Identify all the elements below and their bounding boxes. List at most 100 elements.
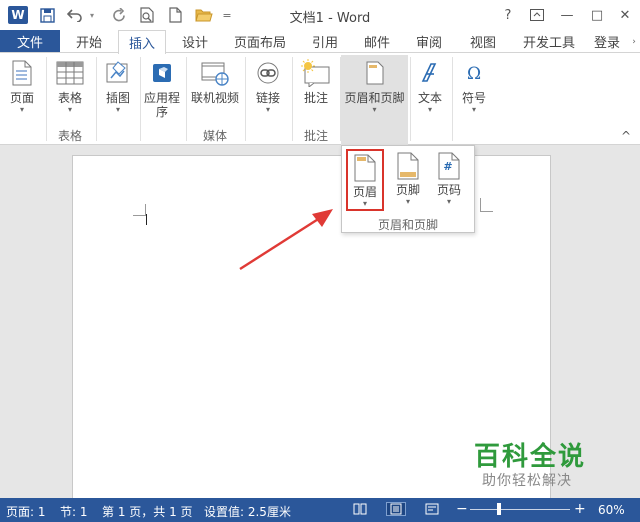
- zoom-in-button[interactable]: +: [574, 501, 586, 517]
- tab-references[interactable]: 引用: [302, 30, 348, 53]
- redo-icon[interactable]: [108, 5, 130, 25]
- window-title: 文档1 - Word: [289, 11, 371, 26]
- table-button[interactable]: 表格 ▾: [52, 57, 88, 115]
- footer-icon: [395, 151, 421, 181]
- group-separator: [96, 57, 97, 141]
- group-separator: [46, 57, 47, 141]
- group-separator: [292, 57, 293, 141]
- text-cursor: [146, 214, 147, 225]
- new-document-icon[interactable]: [164, 5, 186, 25]
- margin-corner-mark: [480, 198, 493, 212]
- text-icon: [414, 57, 446, 89]
- maximize-button[interactable]: □: [586, 5, 608, 25]
- group-separator: [186, 57, 187, 141]
- ribbon-insert: 页面 ▾ 表格 ▾ 表格 插图 ▾ 应用程 序 联机视频 媒体 链接 ▾ 批注 …: [0, 53, 640, 145]
- pages-label: 页面: [9, 91, 34, 105]
- status-page[interactable]: 页面: 1: [6, 503, 46, 520]
- page-number-icon: #: [436, 151, 462, 181]
- title-bar: W ▾ = 文档1 - Word ? — □ ✕: [0, 0, 640, 30]
- header-footer-button[interactable]: 页眉和页脚 ▾: [341, 57, 408, 115]
- apps-label: 应用程 序: [143, 91, 180, 119]
- help-button[interactable]: ?: [497, 5, 519, 25]
- pages-button[interactable]: 页面 ▾: [4, 57, 40, 115]
- chevron-down-icon: ▾: [115, 105, 120, 114]
- tab-insert[interactable]: 插入: [118, 30, 166, 54]
- svg-text:Ω: Ω: [467, 64, 481, 84]
- chevron-down-icon: ▾: [405, 197, 410, 206]
- watermark-logo: 百科全说 助你轻松解决: [462, 432, 592, 494]
- ribbon-display-options-icon[interactable]: [526, 5, 548, 25]
- status-setting[interactable]: 设置值: 2.5厘米: [204, 503, 291, 520]
- footer-button[interactable]: 页脚 ▾: [389, 149, 427, 207]
- tab-file[interactable]: 文件: [0, 30, 60, 53]
- word-logo-icon[interactable]: W: [8, 6, 28, 24]
- undo-dropdown-icon[interactable]: ▾: [86, 5, 98, 25]
- tab-scroll-right-icon[interactable]: ›: [628, 30, 640, 53]
- zoom-out-button[interactable]: −: [456, 501, 468, 517]
- dropdown-group-label: 页眉和页脚: [377, 218, 438, 232]
- web-layout-icon[interactable]: [424, 502, 440, 516]
- footer-label: 页脚: [395, 183, 420, 197]
- comment-label: 批注: [303, 91, 328, 105]
- comment-icon: [300, 57, 332, 89]
- comment-button[interactable]: 批注: [296, 57, 336, 105]
- page-number-label: 页码: [436, 183, 461, 197]
- link-icon: [252, 57, 284, 89]
- symbols-button[interactable]: Ω 符号 ▾: [456, 57, 492, 115]
- chevron-down-icon: ▾: [446, 197, 451, 206]
- chevron-down-icon: ▾: [471, 105, 476, 114]
- minimize-button[interactable]: —: [556, 5, 578, 25]
- print-layout-icon[interactable]: [386, 502, 406, 516]
- watermark-subtitle: 助你轻松解决: [482, 473, 572, 489]
- apps-button[interactable]: 应用程 序: [142, 57, 182, 119]
- text-button[interactable]: 文本 ▾: [412, 57, 448, 115]
- online-video-icon: [199, 57, 231, 89]
- print-preview-icon[interactable]: [136, 5, 158, 25]
- group-separator: [452, 57, 453, 141]
- tab-view[interactable]: 视图: [460, 30, 506, 53]
- ribbon-tab-bar: 文件 开始 插入 设计 页面布局 引用 邮件 审阅 视图 开发工具 登录 ›: [0, 30, 640, 54]
- header-footer-icon: [359, 57, 391, 89]
- read-mode-icon[interactable]: [352, 502, 368, 516]
- sign-in-link[interactable]: 登录: [594, 30, 628, 53]
- close-button[interactable]: ✕: [614, 5, 636, 25]
- group-label-comments: 批注: [303, 129, 328, 143]
- tab-review[interactable]: 审阅: [406, 30, 452, 53]
- status-section[interactable]: 节: 1: [60, 503, 88, 520]
- header-button[interactable]: 页眉 ▾: [346, 149, 384, 211]
- annotation-arrow: [239, 209, 333, 271]
- apps-icon: [146, 57, 178, 89]
- online-video-button[interactable]: 联机视频: [189, 57, 241, 105]
- customize-quick-access-icon[interactable]: =: [220, 5, 234, 25]
- table-label: 表格: [57, 91, 82, 105]
- illustrations-icon: [102, 57, 134, 89]
- collapse-ribbon-icon[interactable]: ^: [621, 129, 631, 143]
- undo-icon[interactable]: [64, 5, 86, 25]
- table-icon: [54, 57, 86, 89]
- tab-home[interactable]: 开始: [66, 30, 112, 53]
- links-label: 链接: [255, 91, 280, 105]
- group-label-media: 媒体: [202, 129, 227, 143]
- page-number-button[interactable]: # 页码 ▾: [430, 149, 468, 207]
- status-page-count[interactable]: 第 1 页，共 1 页: [102, 503, 193, 520]
- tab-design[interactable]: 设计: [172, 30, 218, 53]
- tab-mailings[interactable]: 邮件: [354, 30, 400, 53]
- links-button[interactable]: 链接 ▾: [250, 57, 286, 115]
- chevron-down-icon: ▾: [19, 105, 24, 114]
- symbols-label: 符号: [461, 91, 486, 105]
- save-icon[interactable]: [36, 5, 58, 25]
- group-separator: [245, 57, 246, 141]
- tab-developer[interactable]: 开发工具: [514, 30, 584, 53]
- margin-corner-mark: [133, 204, 146, 216]
- chevron-down-icon: ▾: [265, 105, 270, 114]
- zoom-slider-thumb[interactable]: [497, 503, 501, 515]
- watermark-title: 百科全说: [474, 442, 587, 472]
- header-icon: [352, 153, 378, 183]
- zoom-slider-track[interactable]: [470, 509, 570, 510]
- illustrations-button[interactable]: 插图 ▾: [100, 57, 136, 115]
- page-icon: [6, 57, 38, 89]
- tab-page-layout[interactable]: 页面布局: [226, 30, 294, 53]
- open-folder-icon[interactable]: [192, 5, 216, 25]
- zoom-level[interactable]: 60%: [598, 503, 625, 517]
- header-footer-dropdown: 页眉 ▾ 页脚 ▾ # 页码 ▾ 页眉和页脚: [341, 145, 475, 233]
